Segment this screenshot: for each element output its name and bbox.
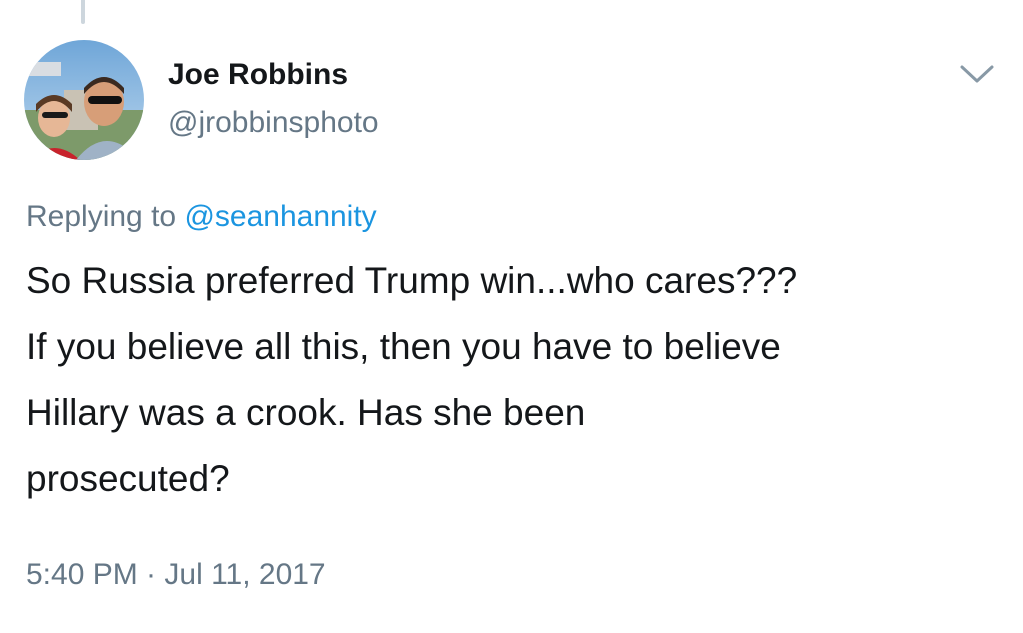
replying-to-mention-link[interactable]: @seanhannity bbox=[184, 200, 376, 233]
avatar-photo-icon bbox=[24, 40, 144, 160]
author-handle[interactable]: @jrobbinsphoto bbox=[168, 106, 379, 140]
avatar[interactable] bbox=[24, 40, 144, 160]
thread-connector-line bbox=[81, 0, 85, 24]
tweet-text: So Russia preferred Trump win...who care… bbox=[26, 260, 798, 499]
tweet-menu-button[interactable] bbox=[956, 58, 998, 88]
chevron-down-icon bbox=[960, 65, 994, 83]
tweet-card: Joe Robbins @jrobbinsphoto Replying to @… bbox=[0, 0, 1023, 633]
replying-to-line: Replying to @seanhannity bbox=[26, 200, 377, 234]
author-display-name[interactable]: Joe Robbins bbox=[168, 58, 348, 92]
tweet-timestamp[interactable]: 5:40 PM · Jul 11, 2017 bbox=[26, 558, 326, 592]
replying-to-label: Replying to bbox=[26, 200, 177, 233]
